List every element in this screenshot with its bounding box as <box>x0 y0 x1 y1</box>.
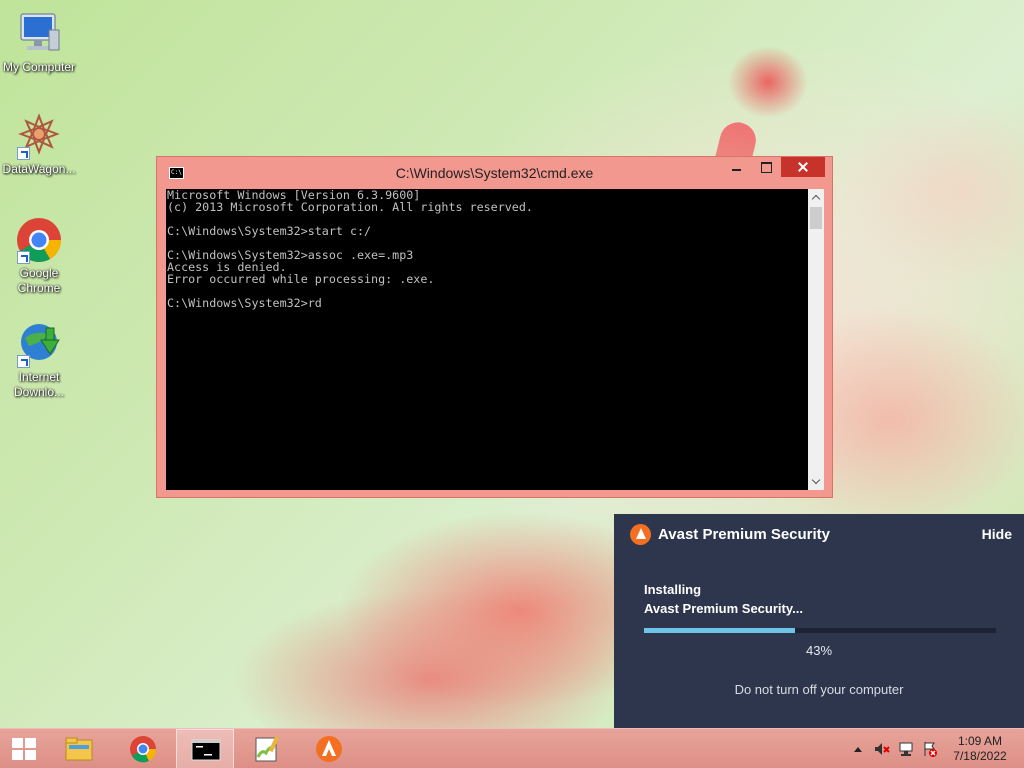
taskbar-item-file-explorer[interactable] <box>50 729 108 768</box>
scroll-up-arrow-icon[interactable] <box>808 189 824 206</box>
scroll-down-arrow-icon[interactable] <box>808 473 824 490</box>
taskbar: 1:09 AM 7/18/2022 <box>0 728 1024 768</box>
install-progress-bar <box>644 628 996 633</box>
desktop-icon-label: Internet Downlo... <box>13 370 65 399</box>
chrome-icon <box>128 735 158 763</box>
desktop-icon-my-computer[interactable]: My Computer <box>0 10 78 75</box>
vertical-scrollbar[interactable] <box>808 189 824 490</box>
install-progress-fill <box>644 628 796 633</box>
console-prompt-line: C:\Windows\System32>rd <box>167 296 322 310</box>
chrome-icon <box>15 216 63 264</box>
internet-download-manager-icon <box>15 320 63 368</box>
speaker-muted-icon[interactable] <box>874 741 890 757</box>
avast-install-panel: Avast Premium Security Hide Installing A… <box>614 514 1024 728</box>
datawagon-icon <box>15 112 63 160</box>
console-line: (c) 2013 Microsoft Corporation. All righ… <box>167 200 533 214</box>
notepad-plus-plus-icon <box>252 735 282 763</box>
start-button[interactable] <box>0 729 48 768</box>
install-progress-percent: 43% <box>805 643 833 658</box>
desktop-icon-google-chrome[interactable]: Google Chrome <box>0 216 78 296</box>
shortcut-arrow-icon <box>17 251 30 264</box>
network-icon[interactable] <box>898 741 914 757</box>
taskbar-item-google-chrome[interactable] <box>114 729 172 768</box>
desktop-icon-datawagon[interactable]: DataWagon... <box>0 112 78 177</box>
cmd-icon <box>191 736 221 764</box>
action-center-flag-icon[interactable] <box>922 741 938 757</box>
taskbar-item-notepad-plus-plus[interactable] <box>238 729 296 768</box>
install-status-line2: Avast Premium Security... <box>644 601 803 616</box>
minimize-button[interactable] <box>724 157 750 177</box>
console-output[interactable]: Microsoft Windows [Version 6.3.9600] (c)… <box>166 189 808 490</box>
scrollbar-thumb[interactable] <box>810 207 822 229</box>
hide-button[interactable]: Hide <box>982 526 1012 542</box>
desktop-icon-label: My Computer <box>2 60 76 74</box>
taskbar-item-command-prompt[interactable] <box>176 729 234 768</box>
computer-icon <box>15 10 63 58</box>
clock-date: 7/18/2022 <box>953 749 1007 763</box>
system-clock[interactable]: 1:09 AM 7/18/2022 <box>944 734 1016 764</box>
console-line: Error occurred while processing: .exe. <box>167 272 435 286</box>
avast-logo-icon <box>630 524 651 545</box>
cmd-titlebar[interactable]: C:\ C:\Windows\System32\cmd.exe <box>157 157 832 189</box>
shortcut-arrow-icon <box>17 355 30 368</box>
taskbar-item-avast[interactable] <box>300 729 358 768</box>
close-button[interactable] <box>781 157 825 177</box>
desktop-icon-label: Google Chrome <box>17 266 61 295</box>
avast-icon <box>314 735 344 763</box>
avast-panel-title: Avast Premium Security <box>658 526 831 543</box>
install-note: Do not turn off your computer <box>734 682 904 697</box>
folder-icon <box>64 735 94 763</box>
desktop-icon-internet-download-manager[interactable]: Internet Downlo... <box>0 320 78 400</box>
shortcut-arrow-icon <box>17 147 30 160</box>
clock-time: 1:09 AM <box>957 734 1003 748</box>
windows-logo-icon <box>12 738 36 760</box>
maximize-button[interactable] <box>753 157 779 177</box>
console-line: C:\Windows\System32>start c:/ <box>167 224 372 238</box>
desktop-icon-label: DataWagon... <box>2 162 76 176</box>
show-hidden-icons-chevron-icon[interactable] <box>854 747 862 752</box>
cmd-window[interactable]: C:\ C:\Windows\System32\cmd.exe Microsof… <box>156 156 833 498</box>
install-status-line1: Installing <box>644 582 702 597</box>
